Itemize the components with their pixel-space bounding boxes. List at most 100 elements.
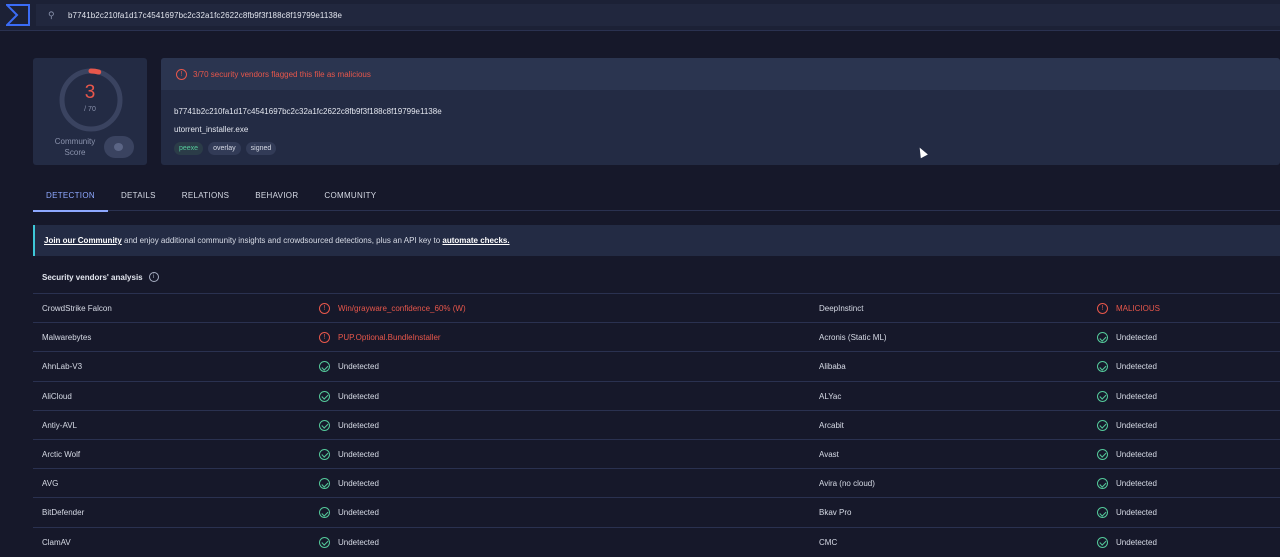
top-bar: ⚲ b7741b2c210fa1d17c4541697bc2c32a1fc262… <box>0 0 1280 31</box>
vendor-result: Undetected <box>319 528 379 557</box>
result-text: Undetected <box>1116 420 1157 430</box>
vote-icon <box>114 143 123 151</box>
tab-relations[interactable]: RELATIONS <box>169 180 242 211</box>
detection-count: 3 <box>84 82 96 103</box>
search-input[interactable]: b7741b2c210fa1d17c4541697bc2c32a1fc2622c… <box>68 11 342 20</box>
table-row: Antiy-AVL Undetected Arcabit Undetected <box>33 409 1280 440</box>
result-text: Undetected <box>338 362 379 372</box>
vendor-name: AliCloud <box>42 391 72 401</box>
search-bar[interactable]: ⚲ b7741b2c210fa1d17c4541697bc2c32a1fc262… <box>36 4 1280 26</box>
file-name: utorrent_installer.exe <box>174 125 249 134</box>
check-circle-icon <box>319 419 330 431</box>
virustotal-logo-icon[interactable] <box>6 4 30 26</box>
check-circle-icon <box>1097 478 1108 490</box>
tab-behavior[interactable]: BEHAVIOR <box>242 180 311 211</box>
vendor-result: Undetected <box>1097 411 1157 440</box>
community-score-label: Community Score <box>54 137 96 157</box>
table-row: BitDefender Undetected Bkav Pro Undetected <box>33 497 1280 526</box>
table-row: AhnLab-V3 Undetected Alibaba Undetected <box>33 351 1280 380</box>
vendor-name: DeepInstinct <box>819 304 864 313</box>
vendor-results-table: CrowdStrike Falcon Win/grayware_confidenc… <box>33 293 1280 556</box>
check-circle-icon <box>1097 448 1108 460</box>
section-title: Security vendors' analysis i <box>42 272 159 282</box>
vendor-result: Undetected <box>1097 382 1157 411</box>
result-text: Undetected <box>1116 449 1157 459</box>
vendor-name: AVG <box>42 479 59 489</box>
result-text: Undetected <box>338 479 379 489</box>
vendor-result: Win/grayware_confidence_60% (W) <box>319 294 466 323</box>
result-text: Undetected <box>338 449 379 459</box>
banner-text: and enjoy additional community insights … <box>121 236 443 245</box>
tag-overlay[interactable]: overlay <box>208 142 241 155</box>
detection-total: / 70 <box>84 106 96 113</box>
detection-score-card: 3 / 70 Community Score <box>33 58 147 165</box>
check-circle-icon <box>319 361 330 373</box>
vendor-name: CMC <box>819 537 838 547</box>
check-circle-icon <box>1097 332 1108 344</box>
vendor-result: Undetected <box>319 469 379 498</box>
vendor-name: CrowdStrike Falcon <box>42 304 112 313</box>
community-banner: Join our Community and enjoy additional … <box>33 225 1280 256</box>
check-circle-icon <box>319 478 330 490</box>
vendor-name: Malwarebytes <box>42 333 92 343</box>
vendor-result: Undetected <box>1097 323 1157 352</box>
table-row: CrowdStrike Falcon Win/grayware_confidenc… <box>33 293 1280 323</box>
result-text: Undetected <box>338 508 379 518</box>
check-circle-icon <box>319 507 330 519</box>
vendor-result: Undetected <box>319 352 379 381</box>
result-text: Undetected <box>1116 508 1157 518</box>
vendor-result: Undetected <box>1097 440 1157 469</box>
vendor-name: Antiy-AVL <box>42 420 77 430</box>
check-circle-icon <box>319 536 330 548</box>
check-circle-icon <box>1097 507 1108 519</box>
alert-icon: ! <box>176 68 187 80</box>
vendor-result: Undetected <box>1097 352 1157 381</box>
vendor-result: Undetected <box>319 382 379 411</box>
vendor-name: AhnLab-V3 <box>42 362 83 372</box>
alert-circle-icon <box>319 323 330 352</box>
vendor-result: Undetected <box>1097 469 1157 498</box>
result-text: Undetected <box>1116 391 1157 401</box>
vendor-result: Undetected <box>319 440 379 469</box>
table-row: AVG Undetected Avira (no cloud) Undetected <box>33 468 1280 497</box>
check-circle-icon <box>1097 361 1108 373</box>
check-circle-icon <box>1097 419 1108 431</box>
join-community-link[interactable]: Join our Community <box>44 236 122 245</box>
vendor-name: Arctic Wolf <box>42 449 81 459</box>
vendor-name: Avira (no cloud) <box>819 479 875 489</box>
file-tags: peexe overlay signed <box>174 142 277 155</box>
vendor-name: Arcabit <box>819 420 844 430</box>
check-circle-icon <box>1097 536 1108 548</box>
check-circle-icon <box>1097 390 1108 402</box>
tab-community[interactable]: COMMUNITY <box>311 180 389 211</box>
vendor-name: BitDefender <box>42 508 85 518</box>
file-hash: b7741b2c210fa1d17c4541697bc2c32a1fc2622c… <box>174 107 442 116</box>
result-text: Undetected <box>1116 362 1157 372</box>
table-row: AliCloud Undetected ALYac Undetected <box>33 380 1280 411</box>
result-text: Undetected <box>338 537 379 547</box>
search-icon: ⚲ <box>48 10 55 20</box>
result-text: Undetected <box>338 420 379 430</box>
info-icon[interactable]: i <box>148 272 159 282</box>
tab-details[interactable]: DETAILS <box>108 180 169 211</box>
vendor-name: ALYac <box>819 391 842 401</box>
malicious-alert: ! 3/70 security vendors flagged this fil… <box>161 58 1280 90</box>
table-row: Arctic Wolf Undetected Avast Undetected <box>33 438 1280 469</box>
check-circle-icon <box>319 390 330 402</box>
vendor-result: Undetected <box>1097 498 1157 527</box>
file-info-card: ! 3/70 security vendors flagged this fil… <box>161 58 1280 165</box>
table-row: ClamAV Undetected CMC Undetected <box>33 526 1280 557</box>
vendor-result: Undetected <box>319 411 379 440</box>
result-text: Undetected <box>338 391 379 401</box>
result-text: MALICIOUS <box>1116 304 1161 313</box>
tag-signed[interactable]: signed <box>245 142 277 155</box>
alert-circle-icon <box>1097 294 1108 323</box>
tab-detection[interactable]: DETECTION <box>33 180 108 212</box>
tag-peexe[interactable]: peexe <box>174 142 204 155</box>
check-circle-icon <box>319 448 330 460</box>
result-text: Win/grayware_confidence_60% (W) <box>338 304 466 313</box>
automate-checks-link[interactable]: automate checks. <box>442 236 509 245</box>
vendor-name: Alibaba <box>819 362 846 372</box>
result-text: Undetected <box>1116 333 1157 343</box>
community-vote-button[interactable] <box>104 136 134 158</box>
